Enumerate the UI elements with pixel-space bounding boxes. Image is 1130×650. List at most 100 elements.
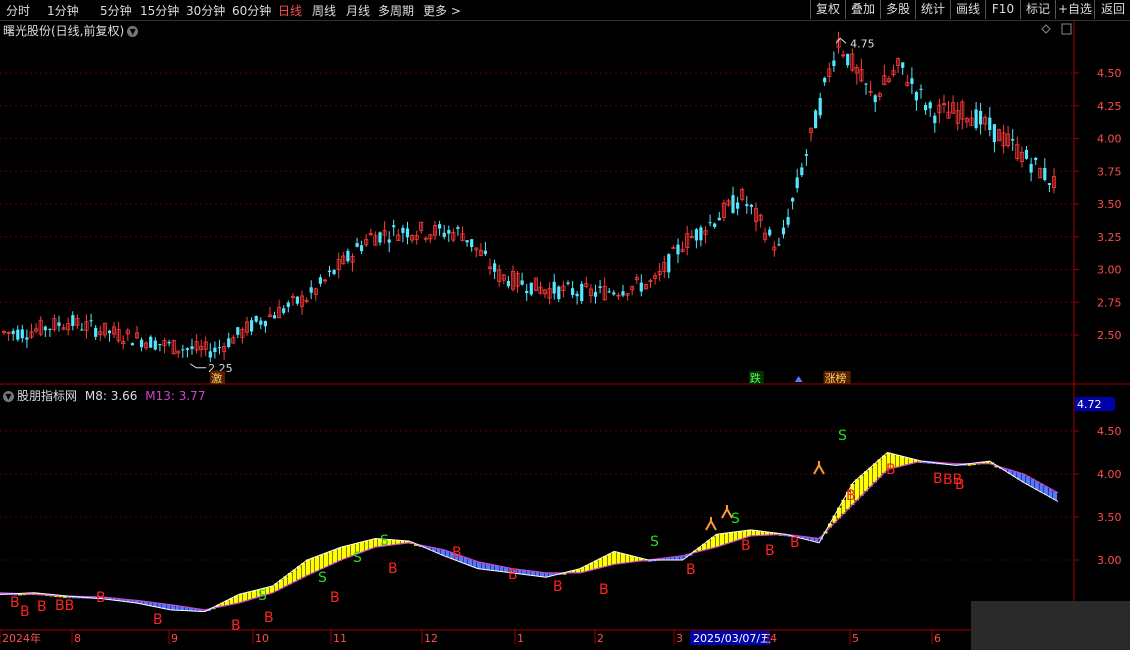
y-tick-label: 3.00 — [1097, 264, 1122, 277]
indicator-bar — [868, 467, 873, 487]
buy-signal-label: B — [153, 612, 163, 628]
indicator-bar — [247, 591, 252, 600]
stock-chart[interactable]: 4.50 4.25 4.00 3.75 3.50 3.25 3.00 2.75 2.50 4.50… — [0, 0, 1130, 650]
candle-body — [213, 347, 217, 352]
candle-body — [295, 296, 299, 304]
buy-signal-label: B — [388, 561, 398, 577]
indicator-bar — [481, 562, 486, 570]
candle-body — [153, 340, 157, 350]
sell-signal-label: S — [353, 550, 362, 566]
indicator-bar — [486, 563, 490, 570]
x-tick-label: 2 — [597, 632, 604, 645]
indicator-bar — [238, 594, 243, 603]
indicator-bar — [895, 455, 900, 468]
buy-signal-label: B — [96, 590, 106, 606]
candle-body — [272, 315, 277, 319]
high-price-label: 4.75 — [850, 37, 875, 50]
candle-body — [781, 227, 786, 235]
candle-body — [1029, 164, 1033, 173]
y-tick-label: 4.50 — [1097, 425, 1122, 438]
indicator-bar — [324, 552, 328, 567]
candle-body — [992, 124, 996, 143]
indicator-bar — [598, 558, 603, 568]
indicator-bar — [729, 532, 733, 543]
indicator-name-label: 股朋指标网 — [17, 389, 78, 403]
m13-readout: M13: 3.77 — [145, 389, 206, 403]
candle-body — [89, 320, 93, 322]
indicator-bar — [333, 549, 337, 563]
candle-body — [823, 77, 827, 83]
candle-body — [250, 320, 254, 332]
pane-settings-icon — [1041, 24, 1051, 34]
candle-body — [818, 98, 822, 116]
sell-signal-label: S — [838, 428, 847, 444]
buy-signal-label: B — [765, 543, 775, 559]
candle-body — [286, 302, 290, 307]
candle-body — [185, 348, 189, 350]
buy-signal-label: B — [599, 582, 609, 598]
candle-body — [1024, 149, 1029, 159]
stock-name-label: 曙光股份(日线,前复权) — [3, 24, 125, 38]
x-tick-label: 2024年 — [2, 631, 41, 645]
candle-body — [149, 336, 153, 348]
runner-signal-icon — [705, 517, 717, 531]
indicator-bar — [724, 533, 729, 544]
candle-body — [791, 198, 795, 202]
candle-body — [736, 202, 740, 209]
candle-body — [447, 230, 451, 234]
candle-body — [360, 245, 364, 252]
candle-body — [593, 291, 598, 297]
candle-body — [621, 291, 625, 296]
chevron-down-icon[interactable]: ▼ — [3, 391, 14, 402]
y-tick-label: 3.50 — [1097, 511, 1122, 524]
candle-body — [71, 315, 75, 326]
indicator-bar — [720, 533, 724, 546]
candle-body — [520, 280, 524, 285]
watermark-logo — [971, 601, 1130, 650]
candle-body — [566, 282, 570, 284]
buy-signal-label: BB — [55, 598, 74, 614]
sell-signal-label: S — [380, 533, 389, 549]
m8-line — [0, 451, 1059, 613]
indicator-bar — [904, 457, 909, 465]
buy-signal-label: B — [20, 604, 30, 620]
indicator-bar — [733, 531, 738, 541]
candle-body — [667, 254, 671, 273]
candle-body — [217, 347, 222, 349]
x-tick-label: 9 — [171, 632, 178, 645]
sell-signal-label: S — [318, 570, 327, 586]
candle-body — [749, 204, 753, 207]
indicator-bar — [621, 553, 625, 564]
candle-body — [639, 282, 643, 292]
event-marker-die: 跌 — [750, 371, 761, 385]
candle-body — [282, 308, 286, 313]
indicator-bar — [864, 471, 868, 492]
candle-body — [804, 154, 808, 156]
m13-line — [0, 460, 1059, 611]
y-tick-label: 2.50 — [1097, 329, 1122, 342]
candle-body — [1047, 183, 1051, 185]
candle-body — [80, 329, 84, 331]
indicator-bar — [616, 552, 621, 564]
candle-body — [607, 291, 611, 293]
candle-body — [470, 239, 474, 247]
candle-body — [974, 109, 978, 129]
chevron-down-icon[interactable]: ▼ — [127, 26, 139, 37]
event-marker-zhangbang: 涨榜 — [825, 371, 847, 385]
candle-body — [378, 232, 382, 243]
indicator-bar — [373, 538, 378, 548]
indicator-bar — [369, 539, 373, 549]
buy-signal-label: B — [231, 618, 241, 634]
candle-body — [309, 287, 313, 293]
cursor-date-label: 2025/03/07/五 — [693, 632, 771, 645]
candle-body — [800, 167, 804, 176]
candle-body — [612, 292, 616, 295]
candle-body — [979, 110, 983, 125]
candle-body — [777, 244, 781, 246]
candle-body — [236, 327, 240, 335]
x-tick-label: 3 — [676, 632, 683, 645]
x-tick-label: 1 — [517, 632, 524, 645]
candle-body — [438, 224, 442, 229]
candle-body — [25, 337, 29, 340]
buy-signal-label: B — [264, 610, 274, 626]
